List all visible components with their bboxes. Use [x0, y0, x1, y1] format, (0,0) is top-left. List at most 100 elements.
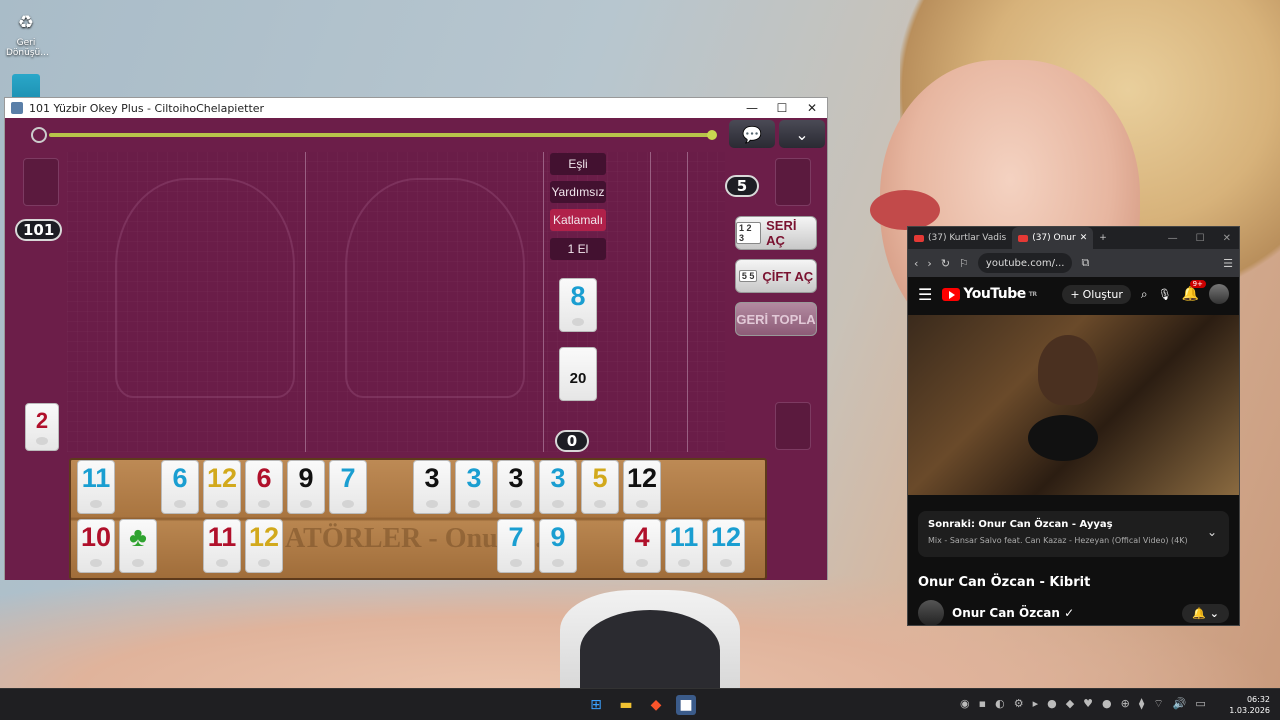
- up-next-subtitle: Mix - Sansar Salvo feat. Can Kazaz - Hez…: [928, 536, 1188, 545]
- tray-icon[interactable]: ⊕: [1121, 697, 1130, 711]
- hamburger-icon[interactable]: ☰: [918, 285, 932, 304]
- new-tab-icon[interactable]: +: [1093, 233, 1107, 243]
- chevron-down-icon[interactable]: ⌄: [1207, 525, 1217, 539]
- seri-ac-label: SERİ AÇ: [766, 218, 797, 248]
- tray-icon[interactable]: ◆: [1066, 697, 1074, 711]
- player-slot-top-left[interactable]: [23, 158, 59, 206]
- extensions-icon[interactable]: ⧉: [1081, 256, 1089, 270]
- rack-tile[interactable]: 11: [203, 519, 241, 573]
- rack-tile[interactable]: 10: [77, 519, 115, 573]
- minimize-button[interactable]: —: [737, 101, 767, 115]
- game-window: 101 Yüzbir Okey Plus - CiltoihoChelapiet…: [4, 97, 828, 580]
- tray-icon[interactable]: ▸: [1033, 697, 1039, 711]
- tile-value: 6: [256, 463, 272, 493]
- tray-icon[interactable]: ♥: [1083, 697, 1093, 711]
- chat-button[interactable]: 💬: [729, 120, 775, 148]
- battery-icon[interactable]: ▭: [1195, 697, 1205, 711]
- up-next-card[interactable]: Sonraki: Onur Can Özcan - Ayyaş Mix - Sa…: [918, 511, 1229, 557]
- game-area: 💬 ⌄ 101 5 0 Eşli Yardımsız Katlamalı 1 E…: [5, 118, 827, 580]
- rack-tile[interactable]: 7: [497, 519, 535, 573]
- subscribe-bell-button[interactable]: 🔔 ⌄: [1182, 603, 1229, 623]
- deck-tile[interactable]: 20: [559, 347, 597, 401]
- youtube-logo[interactable]: YouTube TR: [942, 286, 1037, 302]
- player-slot-top-right[interactable]: [775, 158, 811, 206]
- tile-value: 9: [298, 463, 314, 493]
- desktop-icon-recycle-bin[interactable]: ♻ Geri Dönüşü...: [6, 8, 49, 59]
- rack-tile[interactable]: 12: [245, 519, 283, 573]
- close-button[interactable]: ✕: [1223, 233, 1231, 244]
- volume-icon[interactable]: 🔊: [1173, 697, 1187, 711]
- okey-game-icon[interactable]: ■: [676, 695, 696, 715]
- reload-icon[interactable]: ↻: [941, 257, 950, 270]
- tab-close-icon[interactable]: ✕: [1080, 233, 1088, 243]
- tile-value: 8: [570, 281, 586, 311]
- file-explorer-icon[interactable]: ▬: [616, 695, 636, 715]
- menu-dropdown-button[interactable]: ⌄: [779, 120, 825, 148]
- avatar[interactable]: [1209, 284, 1229, 304]
- channel-name[interactable]: Onur Can Özcan ✓: [952, 606, 1074, 620]
- rack-tile[interactable]: 12: [707, 519, 745, 573]
- address-bar[interactable]: youtube.com/...: [977, 253, 1073, 273]
- seri-ac-button[interactable]: 1 2 3 SERİ AÇ: [735, 216, 817, 250]
- tray-icon[interactable]: ▪: [979, 697, 986, 711]
- tray-icon[interactable]: ◉: [960, 697, 970, 711]
- tile-value: 11: [669, 522, 699, 552]
- rack-tile[interactable]: 3: [539, 460, 577, 514]
- tray-icon[interactable]: ⧫: [1139, 697, 1144, 711]
- tab-label: (37) Onur: [1032, 233, 1076, 243]
- video-person: [1038, 335, 1098, 405]
- brave-browser-icon[interactable]: ◆: [646, 695, 666, 715]
- browser-tab[interactable]: (37) Kurtlar Vadis: [908, 227, 1012, 249]
- rack-tile[interactable]: 9: [539, 519, 577, 573]
- notifications-button[interactable]: 🔔 9+: [1182, 280, 1206, 302]
- search-icon[interactable]: ⌕: [1141, 287, 1148, 302]
- start-windows-icon[interactable]: ⊞: [586, 695, 606, 715]
- discard-tile[interactable]: 2: [25, 403, 59, 451]
- create-button[interactable]: + Oluştur: [1062, 284, 1131, 304]
- tray-icon[interactable]: ●: [1047, 697, 1057, 711]
- maximize-button[interactable]: ☐: [1196, 233, 1205, 244]
- bookmark-icon[interactable]: ⚐: [959, 257, 969, 270]
- rack-tile[interactable]: 5: [581, 460, 619, 514]
- tile-value: 7: [340, 463, 356, 493]
- rack-tile[interactable]: 11: [77, 460, 115, 514]
- taskbar-clock[interactable]: 06:32 1.03.2026: [1229, 694, 1270, 716]
- rack-tile[interactable]: 7: [329, 460, 367, 514]
- rack-tile[interactable]: 3: [497, 460, 535, 514]
- rack-tile[interactable]: 3: [413, 460, 451, 514]
- rack-tile[interactable]: 12: [203, 460, 241, 514]
- tray-icon[interactable]: ●: [1102, 697, 1112, 711]
- rack-tile[interactable]: 6: [161, 460, 199, 514]
- player-slot-bottom-right[interactable]: [775, 402, 811, 450]
- tile-value: 3: [508, 463, 524, 493]
- close-button[interactable]: ✕: [797, 101, 827, 115]
- board-divider: [650, 152, 651, 452]
- forward-icon[interactable]: ›: [927, 257, 931, 270]
- back-icon[interactable]: ‹: [914, 257, 918, 270]
- minimize-button[interactable]: —: [1168, 233, 1178, 244]
- browser-toolbar: ‹ › ↻ ⚐ youtube.com/... ⧉ ☰: [908, 249, 1239, 277]
- mode-esli: Eşli: [550, 153, 606, 175]
- tray-icon[interactable]: ⚙: [1014, 697, 1024, 711]
- tile-value: 12: [710, 522, 742, 552]
- channel-avatar[interactable]: [918, 600, 944, 625]
- browser-tab-active[interactable]: (37) Onur ✕: [1012, 227, 1094, 249]
- rack-tile[interactable]: ♣: [119, 519, 157, 573]
- rack-tile[interactable]: 6: [245, 460, 283, 514]
- video-player[interactable]: [908, 315, 1239, 495]
- maximize-button[interactable]: ☐: [767, 101, 797, 115]
- geri-topla-button[interactable]: GERİ TOPLA: [735, 302, 817, 336]
- rack-tile[interactable]: 11: [665, 519, 703, 573]
- rack-tile[interactable]: 3: [455, 460, 493, 514]
- menu-icon[interactable]: ☰: [1223, 257, 1233, 270]
- mode-yardimsiz: Yardımsız: [550, 181, 606, 203]
- wifi-icon[interactable]: ⌔: [1153, 697, 1163, 711]
- tile-value: 3: [424, 463, 440, 493]
- browser-window: (37) Kurtlar Vadis (37) Onur ✕ + — ☐ ✕ ‹…: [907, 226, 1240, 626]
- rack-tile[interactable]: 12: [623, 460, 661, 514]
- rack-tile[interactable]: 4: [623, 519, 661, 573]
- tray-icon[interactable]: ◐: [995, 697, 1005, 711]
- rack-tile[interactable]: 9: [287, 460, 325, 514]
- microphone-icon[interactable]: 🎙: [1158, 288, 1172, 301]
- cift-ac-button[interactable]: 5 5 ÇİFT AÇ: [735, 259, 817, 293]
